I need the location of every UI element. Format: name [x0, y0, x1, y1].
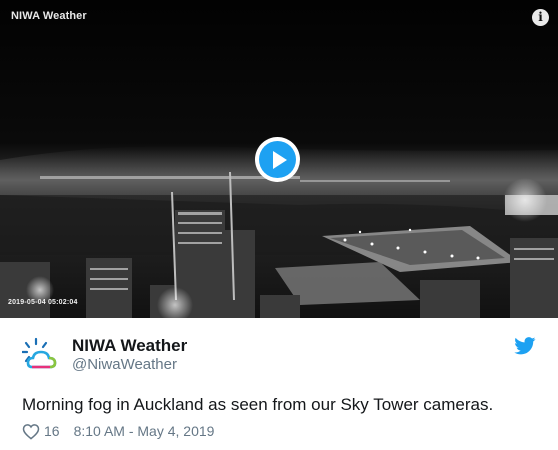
author-name[interactable]: NIWA Weather — [72, 336, 187, 356]
niwa-logo-icon[interactable] — [22, 337, 60, 375]
twitter-bird-icon[interactable] — [514, 337, 536, 355]
info-icon[interactable]: i — [532, 9, 549, 26]
tweet-text: Morning fog in Auckland as seen from our… — [22, 395, 494, 414]
video-title: NIWA Weather — [11, 10, 87, 22]
tweet-meta: 16 8:10 AM - May 4, 2019 — [22, 422, 214, 440]
heart-icon[interactable] — [22, 423, 40, 440]
play-icon — [273, 151, 287, 169]
play-button[interactable] — [255, 137, 300, 182]
like-count: 16 — [44, 423, 60, 439]
video-timestamp: 2019-05-04 05:02:04 — [8, 299, 78, 306]
tweet-datetime[interactable]: 8:10 AM - May 4, 2019 — [74, 423, 215, 439]
author-handle[interactable]: @NiwaWeather — [72, 356, 177, 373]
video-player[interactable]: NIWA Weather i 2019-05-04 05:02:04 — [0, 0, 558, 318]
play-button-circle — [259, 141, 296, 178]
embedded-tweet-card: NIWA Weather i 2019-05-04 05:02:04 NIWA … — [0, 0, 558, 450]
